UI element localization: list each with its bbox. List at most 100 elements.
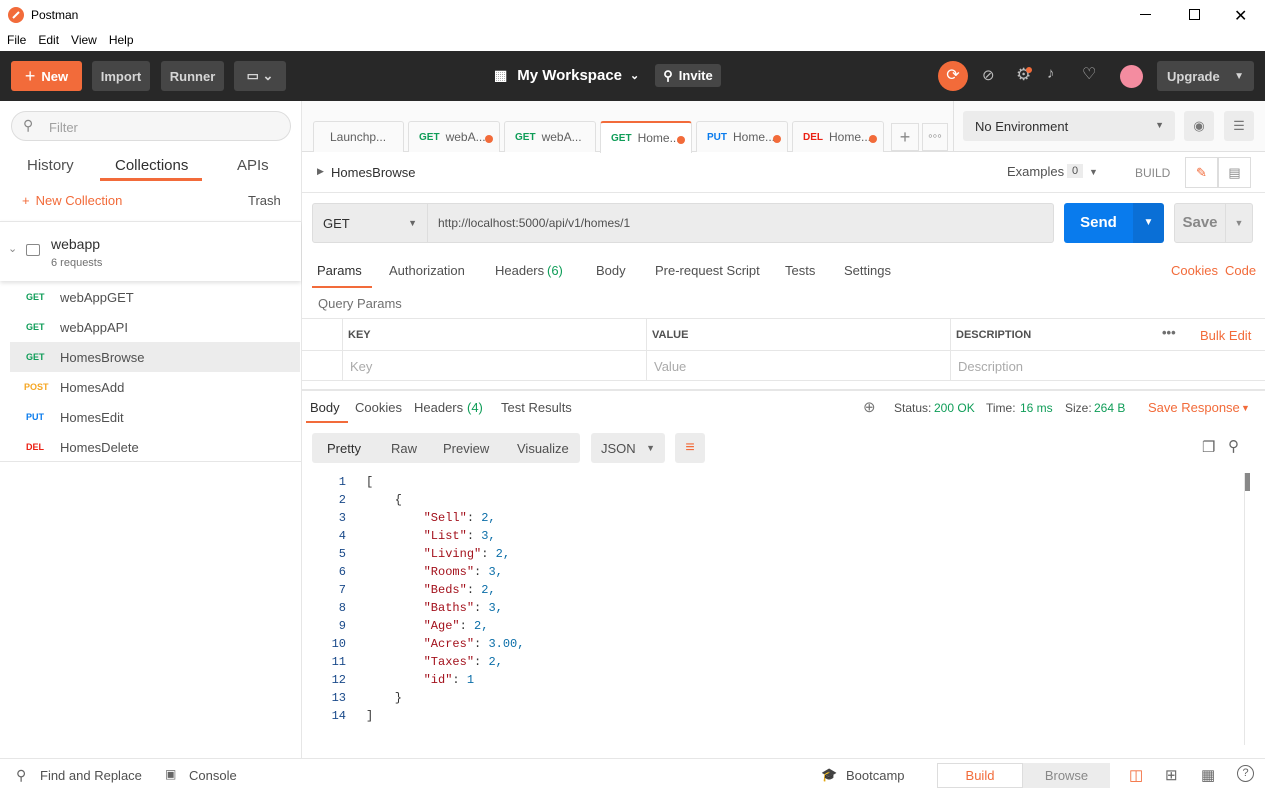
- search-icon[interactable]: ⚲: [1228, 437, 1239, 455]
- caret-down-icon[interactable]: ▼: [1241, 403, 1250, 413]
- new-window-button[interactable]: ▭ ⌄: [234, 61, 286, 91]
- close-icon[interactable]: ✕: [1234, 6, 1247, 26]
- minimize-icon[interactable]: [1140, 14, 1151, 15]
- view-raw[interactable]: Raw: [391, 441, 417, 456]
- expand-caret-icon[interactable]: ▶: [317, 166, 324, 177]
- tab-settings[interactable]: Settings: [844, 263, 891, 278]
- eye-icon[interactable]: ◉: [1184, 111, 1214, 141]
- save-button[interactable]: Save: [1174, 203, 1226, 243]
- filter-field[interactable]: ⚲ Filter: [11, 111, 291, 141]
- environment-select[interactable]: No Environment ▼: [963, 111, 1175, 141]
- caret-down-icon[interactable]: ▼: [1089, 167, 1098, 177]
- browse-mode-button[interactable]: Browse: [1023, 763, 1110, 788]
- send-button[interactable]: Send: [1064, 203, 1133, 243]
- tab-authorization[interactable]: Authorization: [389, 263, 465, 278]
- menu-view[interactable]: View: [64, 30, 102, 47]
- examples-dropdown[interactable]: Examples: [1007, 164, 1064, 179]
- more-options-icon[interactable]: •••: [1162, 325, 1176, 340]
- save-response-button[interactable]: Save Response: [1148, 400, 1240, 415]
- help-icon[interactable]: ?: [1237, 765, 1254, 782]
- window-icon: ▭ ⌄: [246, 68, 274, 83]
- heart-icon[interactable]: ♡: [1082, 64, 1096, 84]
- description-input[interactable]: Description: [958, 359, 1023, 374]
- layout-icon[interactable]: ⊞: [1165, 766, 1178, 784]
- avatar[interactable]: [1120, 65, 1143, 88]
- sidebar-tab-apis[interactable]: APIs: [237, 157, 269, 174]
- invite-button[interactable]: ⚲ Invite: [655, 64, 721, 87]
- maximize-icon[interactable]: [1189, 9, 1200, 20]
- request-item[interactable]: DEL HomesDelete: [10, 432, 300, 462]
- tab-headers[interactable]: Headers: [495, 263, 544, 278]
- format-select[interactable]: JSON ▼: [591, 433, 665, 463]
- view-pretty[interactable]: Pretty: [327, 441, 361, 456]
- collection-header[interactable]: ⌄ webapp 6 requests: [0, 221, 301, 281]
- keyboard-icon[interactable]: ▦: [1201, 766, 1215, 784]
- add-tab-button[interactable]: +: [891, 123, 919, 151]
- view-preview[interactable]: Preview: [443, 441, 489, 456]
- bulk-edit-link[interactable]: Bulk Edit: [1200, 328, 1251, 343]
- tab-pre-request-script[interactable]: Pre-request Script: [655, 263, 760, 278]
- import-button[interactable]: Import: [92, 61, 150, 91]
- edit-icon[interactable]: ✎: [1185, 157, 1218, 188]
- request-item[interactable]: PUT HomesEdit: [10, 402, 300, 432]
- interceptor-icon[interactable]: ⊘: [982, 66, 995, 84]
- request-item[interactable]: GET webAppGET: [10, 282, 300, 312]
- menu-edit[interactable]: Edit: [31, 30, 64, 47]
- save-options-button[interactable]: ▼: [1226, 203, 1253, 243]
- value-input[interactable]: Value: [654, 359, 686, 374]
- tab-tests[interactable]: Tests: [785, 263, 815, 278]
- sidebar-tab-history[interactable]: History: [27, 157, 74, 174]
- panel-divider: [302, 389, 1265, 391]
- key-input[interactable]: Key: [350, 359, 372, 374]
- menu-file[interactable]: File: [0, 30, 31, 47]
- plus-icon: +: [22, 193, 30, 208]
- workspace-selector[interactable]: ▦ My Workspace ⌄: [494, 67, 639, 84]
- tab-body[interactable]: Body: [596, 263, 626, 278]
- postman-logo-icon: [8, 7, 24, 23]
- sync-icon[interactable]: ⟳: [938, 61, 968, 91]
- status-label: Status:: [894, 401, 932, 415]
- response-tab-cookies[interactable]: Cookies: [355, 400, 402, 415]
- console-button[interactable]: Console: [189, 768, 237, 783]
- filter-input[interactable]: Filter: [49, 120, 78, 135]
- tab-request[interactable]: PUT Home...: [696, 121, 788, 152]
- wrap-lines-icon[interactable]: ≡: [675, 433, 705, 463]
- method-select[interactable]: GET ▼: [312, 203, 428, 243]
- tab-launchpad[interactable]: Launchp...: [313, 121, 404, 152]
- new-button[interactable]: + New: [11, 61, 82, 91]
- tab-request-active[interactable]: GET Home...: [600, 121, 692, 153]
- build-mode-button[interactable]: Build: [937, 763, 1023, 788]
- tab-request[interactable]: GET webA...: [504, 121, 596, 152]
- copy-icon[interactable]: ❐: [1202, 438, 1215, 456]
- upgrade-button[interactable]: Upgrade ▼: [1157, 61, 1254, 91]
- request-item[interactable]: GET webAppAPI: [10, 312, 300, 342]
- response-body[interactable]: 1 [ 2 { 3 "Sell": 2, 4 "List": 3, 5 "Liv…: [302, 473, 1252, 743]
- tab-request[interactable]: DEL Home...: [792, 121, 884, 152]
- scrollbar[interactable]: [1244, 473, 1250, 745]
- runner-button[interactable]: Runner: [161, 61, 224, 91]
- tab-request[interactable]: GET webA...: [408, 121, 500, 152]
- more-tabs-icon[interactable]: ◦◦◦: [922, 123, 948, 151]
- two-pane-icon[interactable]: ◫: [1129, 766, 1143, 784]
- bootcamp-button[interactable]: Bootcamp: [846, 768, 905, 783]
- sidebar-tab-collections[interactable]: Collections: [115, 157, 188, 174]
- tab-params[interactable]: Params: [317, 263, 362, 278]
- environment-settings-icon[interactable]: ☰: [1224, 111, 1254, 141]
- view-visualize[interactable]: Visualize: [517, 441, 569, 456]
- menu-help[interactable]: Help: [102, 30, 139, 47]
- code-link[interactable]: Code: [1225, 263, 1256, 278]
- comment-icon[interactable]: ▤: [1218, 157, 1251, 188]
- response-tab-headers[interactable]: Headers: [414, 400, 463, 415]
- request-item-active[interactable]: GET HomesBrowse: [10, 342, 300, 372]
- bell-icon[interactable]: ♪: [1047, 65, 1055, 82]
- response-tab-test-results[interactable]: Test Results: [501, 400, 572, 415]
- request-item[interactable]: POST HomesAdd: [10, 372, 300, 402]
- url-input[interactable]: http://localhost:5000/api/v1/homes/1: [428, 203, 1054, 243]
- new-collection-button[interactable]: + New Collection: [22, 193, 122, 208]
- scrollbar-thumb[interactable]: [1245, 473, 1250, 491]
- find-replace-button[interactable]: Find and Replace: [40, 768, 142, 783]
- send-options-button[interactable]: ▼: [1133, 203, 1164, 243]
- response-tab-body[interactable]: Body: [310, 400, 340, 415]
- cookies-link[interactable]: Cookies: [1171, 263, 1218, 278]
- trash-link[interactable]: Trash: [248, 193, 281, 208]
